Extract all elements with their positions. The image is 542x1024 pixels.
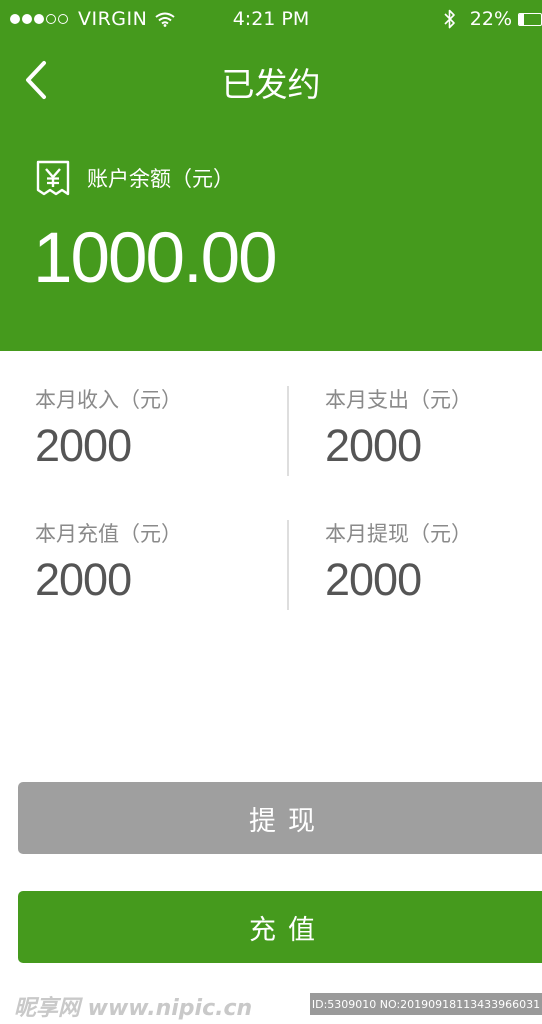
status-right: 22%: [444, 8, 542, 30]
stat-label: 本月充值（元）: [35, 522, 182, 546]
stat-divider: [287, 520, 289, 610]
wallet-screen: VIRGIN 4:21 PM 22% 已发约 账户余额（元） 1000.00 本…: [0, 0, 542, 1024]
recharge-button-label: 充值: [249, 914, 327, 946]
stat-month-income: 本月收入（元） 2000: [35, 384, 182, 472]
stat-label: 本月收入（元）: [35, 388, 182, 412]
recharge-button[interactable]: 充值: [18, 891, 542, 963]
stat-label: 本月支出（元）: [325, 388, 472, 412]
page-title: 已发约: [221, 65, 321, 104]
bluetooth-icon: [444, 9, 455, 29]
stat-month-withdraw: 本月提现（元） 2000: [325, 518, 472, 606]
stat-month-expense: 本月支出（元） 2000: [325, 384, 472, 472]
stat-label: 本月提现（元）: [325, 522, 472, 546]
stat-divider: [287, 386, 289, 476]
watermark-logo: 昵享网 www.nipic.cn: [14, 996, 253, 1021]
stat-value: 2000: [35, 420, 132, 471]
stat-value: 2000: [325, 554, 422, 605]
withdraw-button[interactable]: 提现: [18, 782, 542, 854]
withdraw-button-label: 提现: [249, 805, 327, 837]
stat-value: 2000: [325, 420, 422, 471]
receipt-yen-icon: [36, 160, 70, 196]
watermark-id: ID:5309010 NO:20190918113433966031: [310, 993, 542, 1015]
battery-percent: 22%: [469, 8, 512, 30]
stat-value: 2000: [35, 554, 132, 605]
balance-label-row: 账户余额（元）: [35, 160, 234, 196]
balance-header: VIRGIN 4:21 PM 22% 已发约 账户余额（元） 1000.00: [0, 0, 542, 351]
status-bar: VIRGIN 4:21 PM 22%: [0, 0, 542, 40]
balance-value: 1000.00: [33, 219, 278, 298]
battery-icon: [518, 12, 542, 26]
stat-month-recharge: 本月充值（元） 2000: [35, 518, 182, 606]
balance-label: 账户余额（元）: [87, 167, 234, 191]
